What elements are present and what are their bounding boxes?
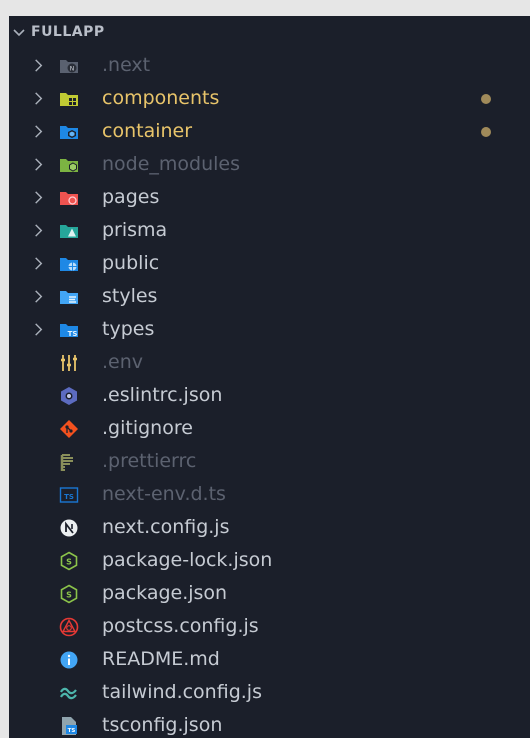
container-folder-icon <box>60 126 78 139</box>
typescript-def-icon: TS <box>59 487 79 503</box>
file-row-tailwind-config[interactable]: tailwind.config.js <box>9 676 530 709</box>
folder-row-prisma[interactable]: prisma <box>9 214 530 247</box>
svg-text:TS: TS <box>68 330 78 338</box>
item-label: pages <box>102 186 160 208</box>
file-row-eslintrc[interactable]: .eslintrc.json <box>9 379 530 412</box>
file-row-postcss-config[interactable]: postcss.config.js <box>9 610 530 643</box>
chevron-right-icon <box>35 257 43 270</box>
next-folder-icon: N <box>60 60 78 73</box>
git-icon <box>60 420 78 438</box>
chevron-right-icon <box>35 323 43 336</box>
file-row-next-config[interactable]: next.config.js <box>9 511 530 544</box>
node-modules-folder-icon <box>60 159 78 172</box>
item-label: README.md <box>102 648 220 670</box>
modified-indicator <box>481 127 491 137</box>
nextjs-icon <box>60 519 78 537</box>
env-file-icon <box>61 355 77 371</box>
item-label: .gitignore <box>102 417 193 439</box>
svg-text:N: N <box>70 66 75 73</box>
nodejs-icon: S <box>60 584 78 604</box>
tailwind-icon <box>60 687 77 700</box>
folder-row-public[interactable]: public <box>9 247 530 280</box>
item-label: prisma <box>102 219 168 241</box>
chevron-right-icon <box>35 59 43 72</box>
item-label: types <box>102 318 155 340</box>
item-label: .prettierrc <box>102 450 197 472</box>
prisma-folder-icon <box>60 225 78 238</box>
nodejs-icon: S <box>60 551 78 571</box>
chevron-right-icon <box>35 125 43 138</box>
pages-folder-icon <box>60 192 78 205</box>
item-label: package.json <box>102 582 228 604</box>
chevron-right-icon <box>35 224 43 237</box>
file-explorer: FULLAPP N .next components container nod… <box>9 16 530 738</box>
prettier-icon <box>60 454 73 471</box>
svg-text:S: S <box>66 591 72 600</box>
public-folder-icon <box>60 258 78 271</box>
item-label: tsconfig.json <box>102 714 223 736</box>
chevron-right-icon <box>35 290 43 303</box>
file-row-gitignore[interactable]: .gitignore <box>9 412 530 445</box>
eslint-icon <box>61 387 77 405</box>
svg-text:S: S <box>66 558 72 567</box>
file-row-next-env[interactable]: TS next-env.d.ts <box>9 478 530 511</box>
folder-row-types[interactable]: TS types <box>9 313 530 346</box>
item-label: postcss.config.js <box>102 615 259 637</box>
folder-row-pages[interactable]: pages <box>9 181 530 214</box>
folder-row-styles[interactable]: styles <box>9 280 530 313</box>
file-row-package-lock[interactable]: S package-lock.json <box>9 544 530 577</box>
item-label: next.config.js <box>102 516 230 538</box>
item-label: package-lock.json <box>102 549 273 571</box>
postcss-icon <box>59 617 79 637</box>
explorer-root-label: FULLAPP <box>31 24 105 40</box>
chevron-right-icon <box>35 158 43 171</box>
item-label: .eslintrc.json <box>102 384 223 406</box>
explorer-root-header[interactable]: FULLAPP <box>9 16 530 49</box>
folder-row-node-modules[interactable]: node_modules <box>9 148 530 181</box>
folder-row-container[interactable]: container <box>9 115 530 148</box>
item-label: next-env.d.ts <box>102 483 226 505</box>
modified-indicator <box>481 94 491 104</box>
folder-row-components[interactable]: components <box>9 82 530 115</box>
file-row-tsconfig[interactable]: TS tsconfig.json <box>9 709 530 738</box>
folder-row-next[interactable]: N .next <box>9 49 530 82</box>
chevron-right-icon <box>35 191 43 204</box>
item-label: .next <box>102 54 151 76</box>
svg-text:TS: TS <box>68 728 76 734</box>
file-row-env[interactable]: .env <box>9 346 530 379</box>
item-label: public <box>102 252 160 274</box>
info-icon <box>60 651 78 669</box>
svg-text:TS: TS <box>64 493 74 501</box>
styles-folder-icon <box>60 291 78 304</box>
file-row-package[interactable]: S package.json <box>9 577 530 610</box>
item-label: styles <box>102 285 158 307</box>
item-label: components <box>102 87 220 109</box>
chevron-right-icon <box>35 92 43 105</box>
chevron-down-icon <box>13 29 25 37</box>
file-row-readme[interactable]: README.md <box>9 643 530 676</box>
item-label: .env <box>102 351 144 373</box>
types-folder-icon: TS <box>60 324 78 338</box>
components-folder-icon <box>60 93 78 106</box>
item-label: tailwind.config.js <box>102 681 262 703</box>
item-label: node_modules <box>102 153 241 175</box>
tsconfig-icon: TS <box>62 717 77 735</box>
file-row-prettierrc[interactable]: .prettierrc <box>9 445 530 478</box>
item-label: container <box>102 120 193 142</box>
